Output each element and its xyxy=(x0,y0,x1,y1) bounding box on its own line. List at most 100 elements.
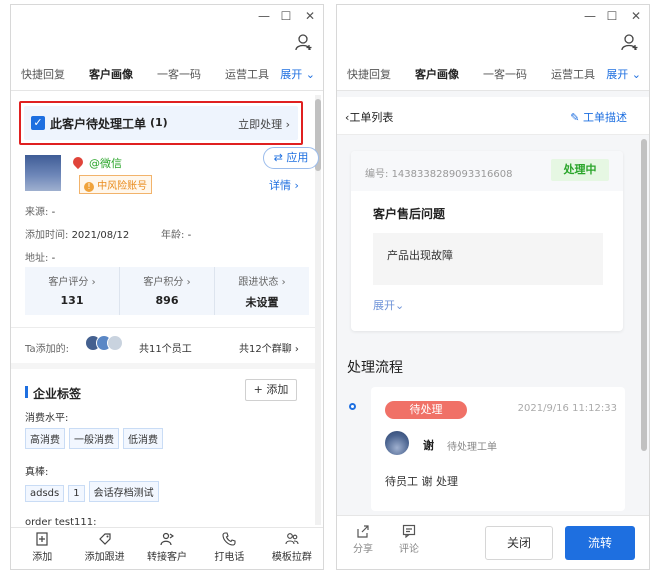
group-count[interactable]: 共12个群聊 › xyxy=(239,340,299,355)
pending-workorder-banner[interactable]: ✓ 此客户待处理工单 (1) 立即处理 › xyxy=(19,101,303,145)
transfer-button[interactable]: 流转 xyxy=(565,526,635,560)
back-to-list-button[interactable]: ‹工单列表 xyxy=(345,109,393,125)
tab-quick-reply[interactable]: 快捷回复 xyxy=(21,66,65,82)
divider xyxy=(11,327,315,328)
top-tabs: 快捷回复 客户画像 一客一码 运营工具 展开 ⌄ xyxy=(337,57,649,91)
tag-item[interactable]: 高消费 xyxy=(25,428,65,449)
checkbox-icon: ✓ xyxy=(31,116,45,130)
group-icon xyxy=(285,533,299,545)
workorder-subheader: ‹工单列表 ✎ 工单描述 xyxy=(337,97,649,135)
chevron-right-icon: › xyxy=(186,277,191,288)
add-button[interactable]: 添加 xyxy=(11,528,73,569)
back-label: 工单列表 xyxy=(349,111,394,124)
flow-title: 处理流程 xyxy=(347,360,403,376)
share-button[interactable]: 分享 xyxy=(349,524,377,555)
bottom-action-bar: 分享 评论 关闭 流转 xyxy=(337,515,649,569)
comment-button[interactable]: 评论 xyxy=(395,524,423,555)
expand-tabs-button[interactable]: 展开 ⌄ xyxy=(606,66,641,82)
risk-badge-label: 中风险账号 xyxy=(97,181,148,192)
info-added-time: 添加时间: 2021/08/12 xyxy=(25,226,129,241)
comment-label: 评论 xyxy=(399,544,419,555)
workorder-detail-panel: — ☐ ✕ 快捷回复 客户画像 一客一码 运营工具 展开 ⌄ ‹工单列表 ✎ 工… xyxy=(336,4,650,570)
tag-item[interactable]: 一般消费 xyxy=(69,428,119,449)
close-icon[interactable]: ✕ xyxy=(303,9,317,23)
tag-list: 高消费 一般消费 低消费 xyxy=(25,428,167,449)
template-group-button[interactable]: 模板拉群 xyxy=(261,528,323,569)
workorder-describe-button[interactable]: ✎ 工单描述 xyxy=(570,109,627,125)
edit-icon: ✎ xyxy=(570,111,580,124)
window-titlebar: — ☐ ✕ xyxy=(11,5,323,27)
transfer-customer-label: 转接客户 xyxy=(147,552,188,563)
window-titlebar: — ☐ ✕ xyxy=(337,5,649,27)
add-user-icon[interactable] xyxy=(295,33,313,51)
flow-action: 待处理工单 xyxy=(447,442,497,453)
add-tag-button[interactable]: + 添加 xyxy=(245,379,297,401)
minimize-icon[interactable]: — xyxy=(583,9,597,23)
bottom-toolbar: 添加 添加跟进 转接客户 打电话 模板拉群 xyxy=(11,527,323,569)
tab-operation-tools[interactable]: 运营工具 xyxy=(225,66,269,82)
stat-followup-value: 未设置 xyxy=(245,296,279,309)
expand-label: 展开 xyxy=(606,67,629,81)
tag-item[interactable]: adsds xyxy=(25,485,65,502)
add-file-icon xyxy=(36,532,48,546)
tab-customer-profile[interactable]: 客户画像 xyxy=(89,66,133,82)
avatar xyxy=(107,335,123,351)
workorder-banner-count: (1) xyxy=(150,116,168,129)
add-label: 添加 xyxy=(32,552,53,563)
age-value: - xyxy=(187,230,192,241)
chevron-down-icon: ⌄ xyxy=(395,299,405,312)
status-badge: 处理中 xyxy=(551,159,609,181)
tab-one-customer-code[interactable]: 一客一码 xyxy=(483,66,527,82)
risk-badge: ! 中风险账号 xyxy=(79,175,153,194)
share-label: 分享 xyxy=(353,544,373,555)
staff-count[interactable]: 共11个员工 xyxy=(139,340,192,355)
staff-avatars xyxy=(85,335,129,353)
added-by-label: Ta添加的: xyxy=(25,344,69,355)
scrollbar[interactable] xyxy=(641,139,647,519)
call-button[interactable]: 打电话 xyxy=(198,528,260,569)
tag-item[interactable]: 1 xyxy=(68,485,85,502)
address-value: - xyxy=(51,253,56,264)
chevron-right-icon: › xyxy=(294,179,299,192)
info-age: 年龄: - xyxy=(161,226,191,241)
add-followup-button[interactable]: 添加跟进 xyxy=(73,528,135,569)
tag-group-name: 真棒: xyxy=(25,467,49,478)
tag-item[interactable]: 低消费 xyxy=(123,428,163,449)
scrollbar-thumb[interactable] xyxy=(641,139,647,451)
wechat-source: @微信 xyxy=(89,157,122,170)
close-icon[interactable]: ✕ xyxy=(629,9,643,23)
workorder-banner-title: 此客户待处理工单 xyxy=(50,117,147,131)
process-now-link[interactable]: 立即处理 › xyxy=(238,116,290,132)
transfer-customer-button[interactable]: 转接客户 xyxy=(136,528,198,569)
maximize-icon[interactable]: ☐ xyxy=(279,9,293,23)
tab-quick-reply[interactable]: 快捷回复 xyxy=(347,66,391,82)
minimize-icon[interactable]: — xyxy=(257,9,271,23)
customer-profile-panel: — ☐ ✕ 快捷回复 客户画像 一客一码 运营工具 展开 ⌄ ✓ 此客户待处理工… xyxy=(10,4,324,570)
chevron-right-icon: › xyxy=(294,344,299,355)
stat-points-label: 客户积分 xyxy=(143,277,184,288)
added-time-label: 添加时间: xyxy=(25,230,69,241)
close-button[interactable]: 关闭 xyxy=(485,526,553,560)
share-icon xyxy=(357,525,369,538)
ticket-card: 编号: 1438338289093316608 处理中 客户售后问题 产品出现故… xyxy=(351,151,623,331)
ticket-expand-link[interactable]: 展开⌄ xyxy=(373,297,404,313)
stat-score[interactable]: 客户评分 › 131 xyxy=(25,267,120,315)
stat-followup[interactable]: 跟进状态 › 未设置 xyxy=(215,267,309,315)
add-tag-label: 添加 xyxy=(266,383,289,396)
group-count-label: 共12个群聊 xyxy=(239,344,292,355)
divider xyxy=(11,363,315,369)
tab-operation-tools[interactable]: 运营工具 xyxy=(551,66,595,82)
chevron-down-icon: ⌄ xyxy=(305,67,315,81)
apply-button[interactable]: ⇄ 应用 xyxy=(263,147,319,169)
maximize-icon[interactable]: ☐ xyxy=(605,9,619,23)
expand-tabs-button[interactable]: 展开 ⌄ xyxy=(280,66,315,82)
tab-one-customer-code[interactable]: 一客一码 xyxy=(157,66,201,82)
tag-item[interactable]: 会话存档测试 xyxy=(88,481,159,502)
detail-link[interactable]: 详情 › xyxy=(269,177,299,193)
stat-points[interactable]: 客户积分 › 896 xyxy=(120,267,215,315)
add-user-icon[interactable] xyxy=(621,33,639,51)
chevron-right-icon: › xyxy=(91,277,96,288)
tab-customer-profile[interactable]: 客户画像 xyxy=(415,66,459,82)
source-value: - xyxy=(51,207,56,218)
flow-card: 待处理 2021/9/16 11:12:33 谢 待处理工单 待员工 谢 处理 xyxy=(371,387,625,511)
